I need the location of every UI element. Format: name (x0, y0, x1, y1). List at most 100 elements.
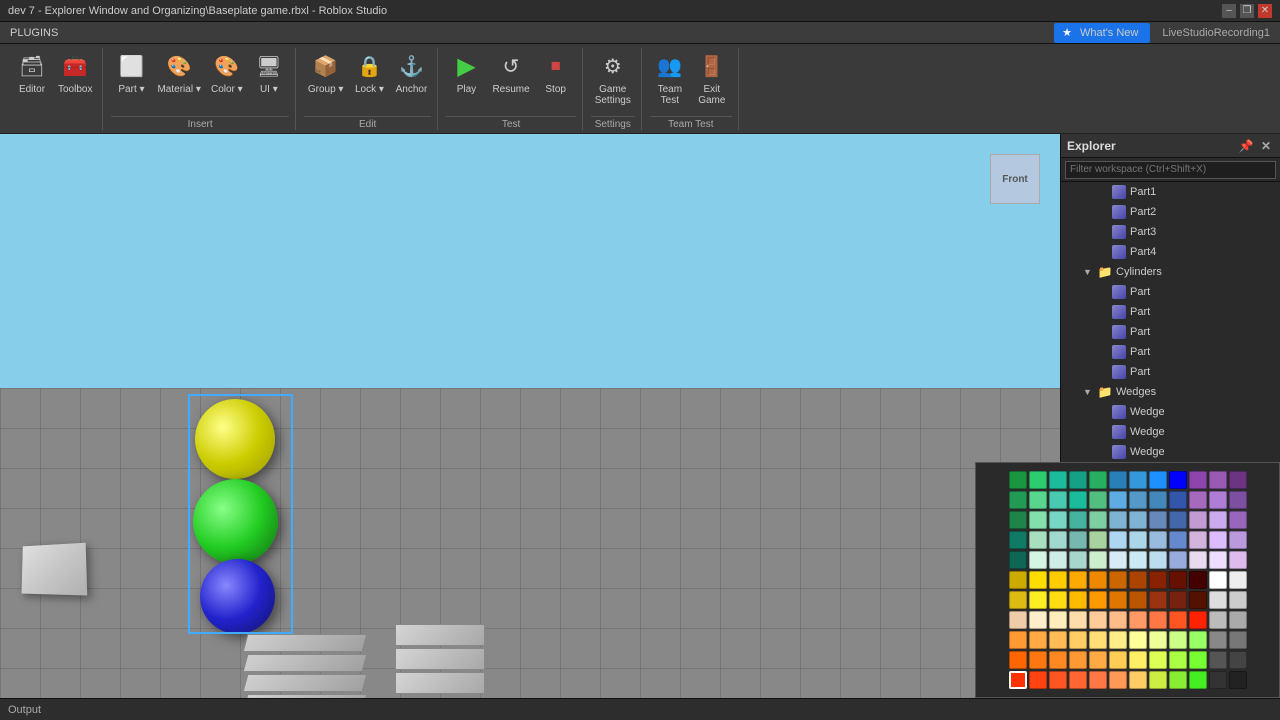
color-swatch-4-9[interactable] (1189, 551, 1207, 569)
color-swatch-4-11[interactable] (1229, 551, 1247, 569)
editor-button[interactable]: 🗃 Editor (12, 48, 52, 97)
color-swatch-8-9[interactable] (1189, 631, 1207, 649)
color-swatch-4-2[interactable] (1049, 551, 1067, 569)
color-swatch-2-5[interactable] (1109, 511, 1127, 529)
color-swatch-7-11[interactable] (1229, 611, 1247, 629)
color-swatch-7-5[interactable] (1109, 611, 1127, 629)
color-swatch-8-0[interactable] (1009, 631, 1027, 649)
color-swatch-2-4[interactable] (1089, 511, 1107, 529)
color-swatch-4-7[interactable] (1149, 551, 1167, 569)
color-swatch-1-9[interactable] (1189, 491, 1207, 509)
group-button[interactable]: 📦 Group ▾ (304, 48, 348, 97)
tree-item-part3[interactable]: Part3 (1061, 222, 1280, 242)
anchor-button[interactable]: ⚓ Anchor (391, 48, 431, 97)
color-swatch-7-4[interactable] (1089, 611, 1107, 629)
color-swatch-2-10[interactable] (1209, 511, 1227, 529)
color-swatch-8-10[interactable] (1209, 631, 1227, 649)
game-settings-button[interactable]: ⚙ GameSettings (591, 48, 635, 108)
color-swatch-4-5[interactable] (1109, 551, 1127, 569)
whats-new-button[interactable]: ★ What's New (1054, 23, 1150, 43)
color-swatch-10-8[interactable] (1169, 671, 1187, 689)
color-swatch-10-4[interactable] (1089, 671, 1107, 689)
color-swatch-9-0[interactable] (1009, 651, 1027, 669)
color-swatch-9-4[interactable] (1089, 651, 1107, 669)
color-swatch-2-9[interactable] (1189, 511, 1207, 529)
color-swatch-3-10[interactable] (1209, 531, 1227, 549)
color-swatch-10-6[interactable] (1129, 671, 1147, 689)
color-swatch-4-10[interactable] (1209, 551, 1227, 569)
tree-item-part2[interactable]: Part2 (1061, 202, 1280, 222)
color-swatch-8-1[interactable] (1029, 631, 1047, 649)
resume-button[interactable]: ↺ Resume (488, 48, 533, 97)
color-swatch-5-4[interactable] (1089, 571, 1107, 589)
color-swatch-0-9[interactable] (1189, 471, 1207, 489)
color-swatch-6-8[interactable] (1169, 591, 1187, 609)
team-test-button[interactable]: 👥 TeamTest (650, 48, 690, 108)
color-swatch-9-2[interactable] (1049, 651, 1067, 669)
tree-item-part1[interactable]: Part1 (1061, 182, 1280, 202)
color-swatch-9-11[interactable] (1229, 651, 1247, 669)
tree-item-cyl-part1[interactable]: Part (1061, 282, 1280, 302)
color-swatch-2-3[interactable] (1069, 511, 1087, 529)
close-button[interactable]: ✕ (1258, 4, 1272, 18)
color-swatch-2-7[interactable] (1149, 511, 1167, 529)
exit-game-button[interactable]: 🚪 ExitGame (692, 48, 732, 108)
tree-item-wedge1[interactable]: Wedge (1061, 402, 1280, 422)
color-swatch-7-10[interactable] (1209, 611, 1227, 629)
color-swatch-9-7[interactable] (1149, 651, 1167, 669)
color-swatch-7-9[interactable] (1189, 611, 1207, 629)
tree-item-wedges[interactable]: ▼ 📁 Wedges (1061, 382, 1280, 402)
color-swatch-0-10[interactable] (1209, 471, 1227, 489)
color-swatch-0-1[interactable] (1029, 471, 1047, 489)
part-button[interactable]: ⬜ Part ▾ (111, 48, 151, 97)
color-swatch-8-2[interactable] (1049, 631, 1067, 649)
color-swatch-10-0[interactable] (1009, 671, 1027, 689)
color-swatch-4-6[interactable] (1129, 551, 1147, 569)
color-swatch-5-9[interactable] (1189, 571, 1207, 589)
color-swatch-5-7[interactable] (1149, 571, 1167, 589)
color-swatch-0-4[interactable] (1089, 471, 1107, 489)
tree-item-cyl-part4[interactable]: Part (1061, 342, 1280, 362)
tree-item-wedge2[interactable]: Wedge (1061, 422, 1280, 442)
color-swatch-8-3[interactable] (1069, 631, 1087, 649)
color-swatch-10-5[interactable] (1109, 671, 1127, 689)
explorer-filter-input[interactable] (1065, 161, 1276, 179)
color-swatch-7-6[interactable] (1129, 611, 1147, 629)
color-swatch-8-5[interactable] (1109, 631, 1127, 649)
color-swatch-0-2[interactable] (1049, 471, 1067, 489)
color-swatch-4-8[interactable] (1169, 551, 1187, 569)
color-swatch-0-6[interactable] (1129, 471, 1147, 489)
color-swatch-6-5[interactable] (1109, 591, 1127, 609)
play-button[interactable]: ▶ Play (446, 48, 486, 97)
color-swatch-7-3[interactable] (1069, 611, 1087, 629)
viewport[interactable]: Front (0, 134, 1060, 698)
minimize-button[interactable]: – (1222, 4, 1236, 18)
color-swatch-10-10[interactable] (1209, 671, 1227, 689)
color-swatch-2-8[interactable] (1169, 511, 1187, 529)
color-swatch-3-6[interactable] (1129, 531, 1147, 549)
color-swatch-2-6[interactable] (1129, 511, 1147, 529)
explorer-close-button[interactable]: ✕ (1258, 138, 1274, 154)
color-swatch-8-4[interactable] (1089, 631, 1107, 649)
color-swatch-8-7[interactable] (1149, 631, 1167, 649)
tree-item-cyl-part2[interactable]: Part (1061, 302, 1280, 322)
color-swatch-3-3[interactable] (1069, 531, 1087, 549)
color-swatch-6-3[interactable] (1069, 591, 1087, 609)
material-button[interactable]: 🎨 Material ▾ (153, 48, 204, 97)
color-swatch-1-6[interactable] (1129, 491, 1147, 509)
maximize-button[interactable]: ❐ (1240, 4, 1254, 18)
color-swatch-7-7[interactable] (1149, 611, 1167, 629)
color-swatch-5-5[interactable] (1109, 571, 1127, 589)
tree-item-cyl-part5[interactable]: Part (1061, 362, 1280, 382)
color-picker-overlay[interactable] (975, 462, 1280, 698)
color-swatch-0-7[interactable] (1149, 471, 1167, 489)
color-swatch-1-8[interactable] (1169, 491, 1187, 509)
color-swatch-7-0[interactable] (1009, 611, 1027, 629)
color-swatch-0-11[interactable] (1229, 471, 1247, 489)
color-swatch-1-0[interactable] (1009, 491, 1027, 509)
color-swatch-6-1[interactable] (1029, 591, 1047, 609)
ui-button[interactable]: 🖥 UI ▾ (249, 48, 289, 97)
color-swatch-9-10[interactable] (1209, 651, 1227, 669)
color-swatch-10-2[interactable] (1049, 671, 1067, 689)
color-swatch-10-7[interactable] (1149, 671, 1167, 689)
